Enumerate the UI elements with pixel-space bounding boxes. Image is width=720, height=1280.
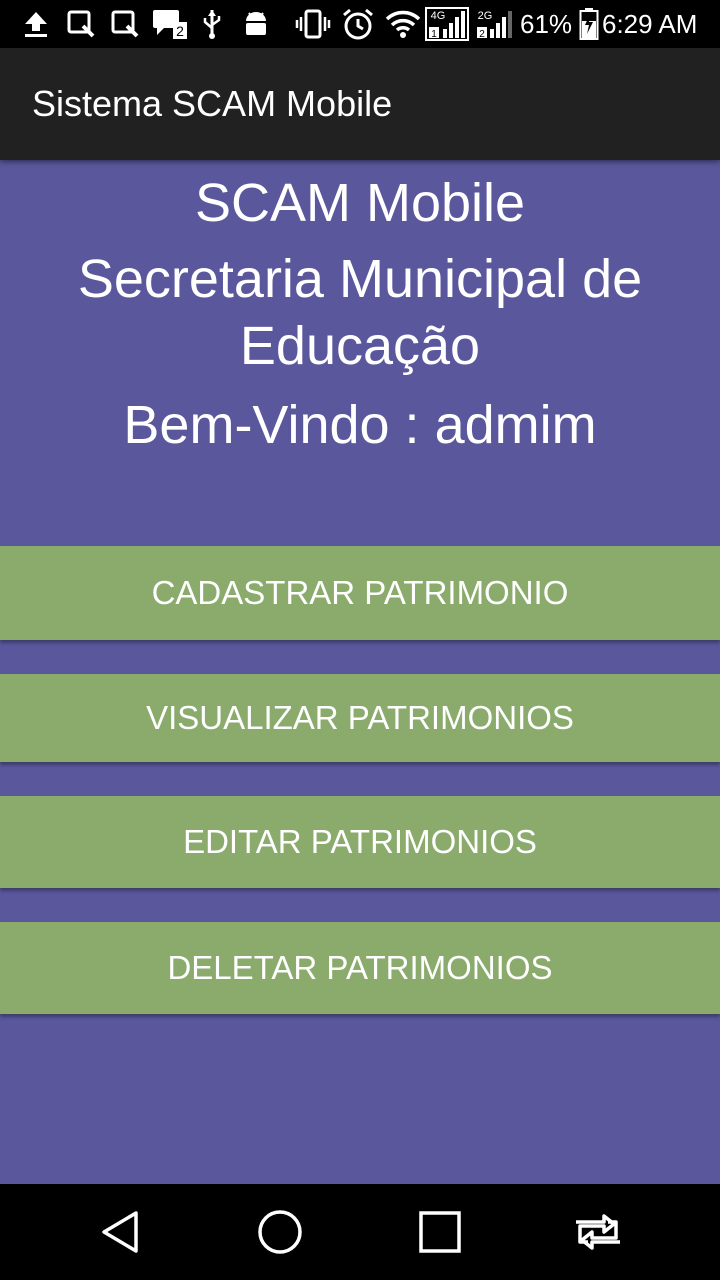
recents-icon[interactable] — [410, 1202, 470, 1262]
screenshot-icon — [108, 8, 142, 40]
upload-icon — [22, 8, 50, 40]
usb-icon — [198, 8, 226, 40]
android-debug-icon — [238, 8, 274, 40]
wifi-icon — [384, 8, 422, 40]
alarm-icon — [340, 8, 376, 40]
screenshot-icon — [64, 8, 98, 40]
sim-message-icon: 2 — [150, 8, 190, 40]
app-bar: Sistema SCAM Mobile — [0, 48, 720, 160]
organization-name-line1: Secretaria Municipal de — [77, 249, 643, 309]
status-bar: 2 4G 1 2G 2 61% 6:29 AM — [0, 0, 720, 48]
home-icon[interactable] — [250, 1202, 310, 1262]
back-icon[interactable] — [90, 1202, 150, 1262]
view-assets-button[interactable]: VISUALIZAR PATRIMONIOS — [0, 674, 720, 762]
app-title: Sistema SCAM Mobile — [32, 83, 393, 124]
svg-text:2G: 2G — [478, 10, 493, 22]
welcome-message: Bem-Vindo : admim — [123, 395, 597, 455]
svg-text:2: 2 — [176, 23, 184, 39]
svg-text:2: 2 — [479, 29, 485, 40]
clock: 6:29 AM — [602, 9, 698, 39]
edit-assets-button[interactable]: EDITAR PATRIMONIOS — [0, 796, 720, 888]
signal-2g-icon: 2G 2 — [474, 8, 514, 40]
register-asset-button[interactable]: CADASTRAR PATRIMONIO — [0, 546, 720, 640]
vibrate-icon — [294, 8, 332, 40]
organization-name-line2: Educação — [239, 316, 481, 376]
svg-text:1: 1 — [431, 29, 437, 40]
signal-4g-icon: 4G 1 — [424, 7, 470, 41]
app-name-heading: SCAM Mobile — [194, 173, 526, 233]
svg-text:4G: 4G — [431, 10, 446, 22]
delete-assets-button[interactable]: DELETAR PATRIMONIOS — [0, 922, 720, 1014]
battery-percent: 61% — [520, 9, 573, 39]
battery-icon — [578, 8, 600, 40]
navigation-bar — [0, 1184, 720, 1280]
screen-switch-icon[interactable] — [568, 1202, 628, 1262]
